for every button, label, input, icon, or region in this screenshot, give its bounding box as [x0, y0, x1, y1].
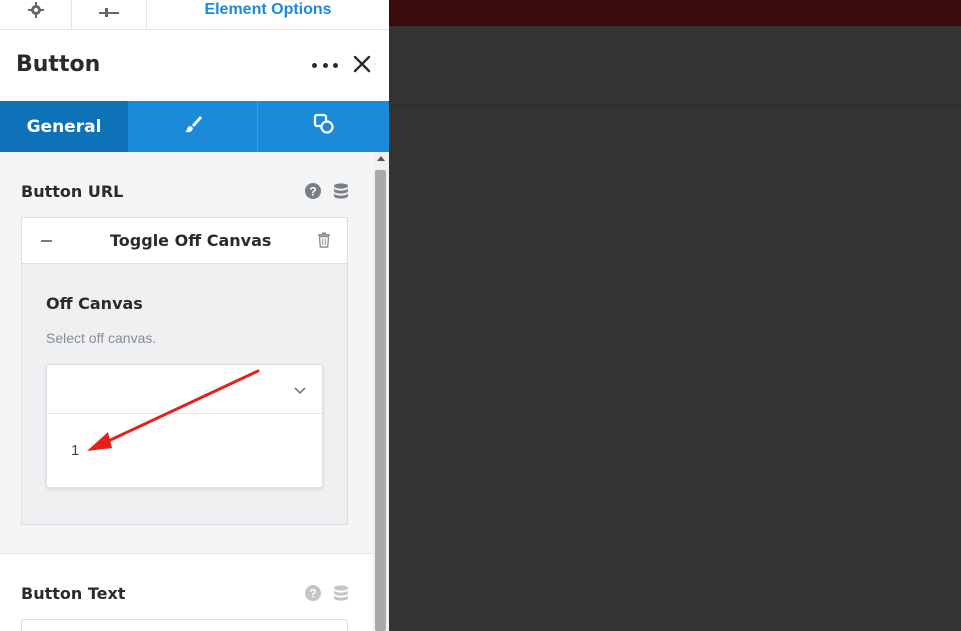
- panel-header: Button: [0, 31, 389, 101]
- tab-general-label: General: [26, 116, 102, 137]
- help-icon[interactable]: ?: [305, 585, 321, 601]
- tab-style[interactable]: [128, 101, 258, 152]
- page-title: Button: [16, 52, 101, 77]
- button-text-label: Button Text: [21, 584, 126, 603]
- off-canvas-option[interactable]: 1: [71, 442, 79, 459]
- tab-advanced[interactable]: [258, 101, 389, 152]
- more-icon[interactable]: [312, 58, 338, 72]
- canvas-top-bar: [389, 0, 961, 26]
- tab-element-options-label: Element Options: [204, 1, 332, 18]
- element-options-panel: Element Options Button General Button UR…: [0, 0, 389, 631]
- svg-text:?: ?: [309, 185, 316, 199]
- tab-general[interactable]: General: [0, 101, 128, 152]
- link-type-title: Toggle Off Canvas: [110, 231, 272, 250]
- off-canvas-select-value[interactable]: [47, 365, 322, 414]
- button-text-input[interactable]: [21, 619, 348, 631]
- off-canvas-select[interactable]: 1: [46, 364, 323, 488]
- database-icon[interactable]: [333, 585, 349, 601]
- gear-icon: [27, 0, 45, 24]
- off-canvas-description: Select off canvas.: [46, 330, 157, 346]
- brush-icon: [183, 114, 203, 139]
- scrollbar-thumb[interactable]: [375, 170, 386, 631]
- link-config-header[interactable]: Toggle Off Canvas: [22, 218, 347, 264]
- close-icon[interactable]: [351, 53, 373, 75]
- shapes-icon: [313, 113, 335, 140]
- collapse-icon[interactable]: [41, 240, 52, 242]
- off-canvas-label: Off Canvas: [46, 294, 143, 313]
- svg-text:?: ?: [309, 587, 316, 601]
- button-url-label: Button URL: [21, 182, 124, 201]
- panel-top-tabs: Element Options: [0, 0, 389, 30]
- help-icon[interactable]: ?: [305, 183, 321, 199]
- tab-settings[interactable]: [0, 0, 72, 30]
- sliders-icon: [99, 0, 119, 22]
- trash-icon[interactable]: [317, 232, 331, 248]
- tab-element-options[interactable]: Element Options: [147, 0, 389, 30]
- canvas-section: [389, 26, 961, 106]
- chevron-down-icon[interactable]: [293, 383, 307, 395]
- scroll-up-arrow[interactable]: [377, 156, 385, 161]
- section-tabs: General: [0, 101, 389, 152]
- database-icon[interactable]: [333, 183, 349, 199]
- tab-element-list[interactable]: [72, 0, 147, 30]
